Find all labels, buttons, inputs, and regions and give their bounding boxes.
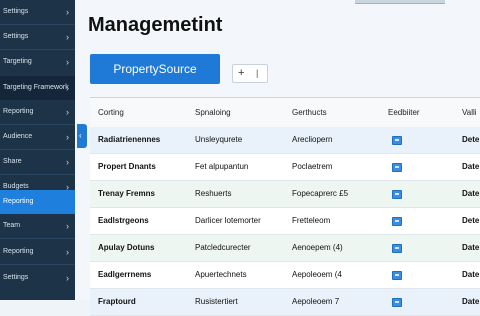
sidebar-item-settings-3[interactable]: Settings › bbox=[0, 266, 75, 290]
sidebar-item-reporting[interactable]: Reporting › bbox=[0, 100, 75, 124]
sidebar-divider bbox=[0, 238, 75, 239]
sidebar-item-label: Targeting bbox=[3, 58, 32, 65]
table-cell: Rusistertiert bbox=[195, 297, 238, 306]
table-cell: Date bbox=[462, 162, 480, 171]
page-title: Managemetint bbox=[88, 14, 223, 36]
table-cell: Date bbox=[462, 270, 480, 279]
toolbar-group: + | bbox=[232, 64, 268, 83]
divider-icon: | bbox=[256, 68, 259, 78]
table-cell: Fopecaprerc £5 bbox=[292, 189, 349, 198]
sidebar-item-label: Team bbox=[3, 222, 21, 229]
sidebar-item-label: Share bbox=[3, 158, 22, 165]
collapse-sidebar-button[interactable]: ‹ bbox=[77, 124, 87, 148]
column-header[interactable]: Eedbiiter bbox=[388, 98, 420, 127]
file-icon[interactable] bbox=[392, 271, 402, 280]
table-row[interactable]: Fraptourd Rusistertiert Aepoleoem 7 Date bbox=[90, 289, 480, 316]
file-icon[interactable] bbox=[392, 217, 402, 226]
sidebar-item-label: Reporting bbox=[3, 248, 34, 255]
table-cell: Date bbox=[462, 243, 480, 252]
chevron-right-icon: › bbox=[66, 83, 69, 93]
data-table: Corting Spnaloing Gerthucts Eedbiiter Va… bbox=[90, 97, 480, 316]
table-row[interactable]: Eadlstrgeons Darlicer lotemorter Frettel… bbox=[90, 208, 480, 235]
chevron-right-icon: › bbox=[66, 7, 69, 17]
table-cell: Apuertechnets bbox=[195, 270, 247, 279]
sidebar-item-audience[interactable]: Audience › bbox=[0, 125, 75, 149]
add-icon[interactable]: + bbox=[238, 65, 244, 82]
table-cell: Propert Dnants bbox=[98, 162, 156, 171]
table-cell: Reshuerts bbox=[195, 189, 232, 198]
sidebar-item-label: Settings bbox=[3, 274, 29, 281]
top-search-bar[interactable] bbox=[355, 0, 445, 4]
table-row[interactable]: Eadlgerrnems Apuertechnets Aepoleoem (4 … bbox=[90, 262, 480, 289]
table-cell: Radiatrienennes bbox=[98, 135, 161, 144]
table-cell: Fretteleom bbox=[292, 216, 331, 225]
chevron-left-icon: ‹ bbox=[79, 131, 82, 140]
sidebar-item-settings-2[interactable]: Settings › bbox=[0, 25, 75, 49]
table-cell: Aepoleoem 7 bbox=[292, 297, 340, 306]
file-icon[interactable] bbox=[392, 163, 402, 172]
table-cell: Aepoleoem (4 bbox=[292, 270, 342, 279]
main-content: Managemetint PropertySource + | Corting … bbox=[75, 0, 480, 316]
table-cell: Darlicer lotemorter bbox=[195, 216, 261, 225]
chevron-right-icon: › bbox=[66, 132, 69, 142]
sidebar-item-share[interactable]: Share › bbox=[0, 150, 75, 174]
table-header: Corting Spnaloing Gerthucts Eedbiiter Va… bbox=[90, 98, 480, 128]
file-icon[interactable] bbox=[392, 298, 402, 307]
table-cell: Date bbox=[462, 189, 480, 198]
sidebar-item-reporting-active[interactable]: Reporting bbox=[0, 190, 75, 214]
chevron-right-icon: › bbox=[66, 247, 69, 257]
chevron-right-icon: › bbox=[66, 221, 69, 231]
table-cell: Poclaetrem bbox=[292, 162, 333, 171]
sidebar-item-label: Settings bbox=[3, 33, 29, 40]
sidebar-item-label: Targeting Framework bbox=[3, 84, 69, 91]
table-cell: Fet alpupantun bbox=[195, 162, 249, 171]
file-icon[interactable] bbox=[392, 190, 402, 199]
chevron-right-icon: › bbox=[66, 273, 69, 283]
table-row[interactable]: Radiatrienennes Unsleyqurete Arecliopern… bbox=[90, 127, 480, 154]
column-header[interactable]: Gerthucts bbox=[292, 98, 327, 127]
table-cell: Fraptourd bbox=[98, 297, 136, 306]
property-source-button[interactable]: PropertySource bbox=[90, 54, 220, 84]
table-cell: Aenoepem (4) bbox=[292, 243, 343, 252]
sidebar: Settings › Settings › Targeting › Target… bbox=[0, 0, 75, 300]
table-cell: Trenay Fremns bbox=[98, 189, 155, 198]
table-cell: Dete bbox=[462, 216, 480, 225]
sidebar-item-reporting-2[interactable]: Reporting › bbox=[0, 240, 75, 264]
table-cell: Arecliopern bbox=[292, 135, 333, 144]
table-row[interactable]: Propert Dnants Fet alpupantun Poclaetrem… bbox=[90, 154, 480, 181]
table-row[interactable]: Apulay Dotuns Patcledcurecter Aenoepem (… bbox=[90, 235, 480, 262]
sidebar-item-label: Settings bbox=[3, 8, 29, 15]
table-row[interactable]: Trenay Fremns Reshuerts Fopecaprerc £5 D… bbox=[90, 181, 480, 208]
table-cell: Dete bbox=[462, 135, 480, 144]
sidebar-item-settings[interactable]: Settings › bbox=[0, 0, 75, 24]
table-cell: Date bbox=[462, 297, 480, 306]
chevron-right-icon: › bbox=[66, 57, 69, 67]
sidebar-item-label: Audience bbox=[3, 133, 33, 140]
chevron-right-icon: › bbox=[66, 32, 69, 42]
column-header[interactable]: Spnaloing bbox=[195, 98, 231, 127]
table-cell: Eadlstrgeons bbox=[98, 216, 149, 225]
chevron-right-icon: › bbox=[66, 157, 69, 167]
table-cell: Eadlgerrnems bbox=[98, 270, 152, 279]
table-cell: Unsleyqurete bbox=[195, 135, 243, 144]
file-icon[interactable] bbox=[392, 136, 402, 145]
sidebar-item-team[interactable]: Team › bbox=[0, 214, 75, 238]
table-cell: Patcledcurecter bbox=[195, 243, 251, 252]
chevron-right-icon: › bbox=[66, 107, 69, 117]
file-icon[interactable] bbox=[392, 244, 402, 253]
column-header[interactable]: Corting bbox=[98, 98, 124, 127]
sidebar-item-label: Reporting bbox=[3, 108, 34, 115]
table-cell: Apulay Dotuns bbox=[98, 243, 155, 252]
sidebar-item-label: Reporting bbox=[3, 198, 34, 205]
sidebar-item-targeting[interactable]: Targeting › bbox=[0, 50, 75, 74]
sidebar-section-targeting-framework[interactable]: Targeting Framework › bbox=[0, 76, 75, 100]
sidebar-divider bbox=[0, 264, 75, 265]
column-header[interactable]: Valli bbox=[462, 98, 477, 127]
